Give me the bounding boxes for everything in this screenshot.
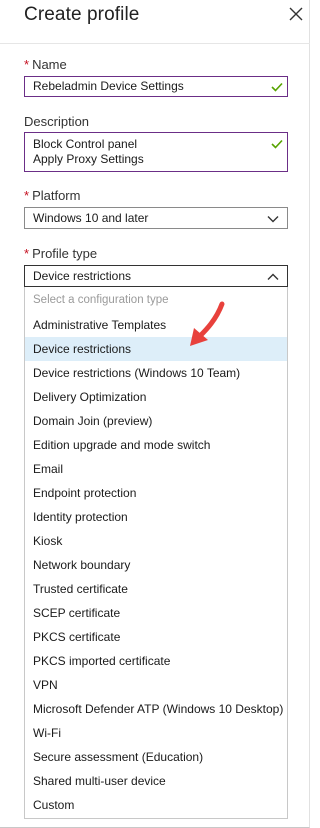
dropdown-option[interactable]: Microsoft Defender ATP (Windows 10 Deskt… — [25, 697, 287, 721]
profile-type-label: * Profile type — [24, 246, 98, 261]
name-label: * Name — [24, 57, 67, 72]
description-input[interactable]: Block Control panel Apply Proxy Settings — [24, 132, 288, 172]
dropdown-option[interactable]: Administrative Templates — [25, 313, 287, 337]
dropdown-option[interactable]: Edition upgrade and mode switch — [25, 433, 287, 457]
close-icon[interactable] — [287, 5, 305, 23]
chevron-up-icon — [267, 273, 279, 280]
dropdown-option[interactable]: Shared multi-user device — [25, 769, 287, 793]
dropdown-option[interactable]: Domain Join (preview) — [25, 409, 287, 433]
dropdown-option[interactable]: Identity protection — [25, 505, 287, 529]
profile-type-select[interactable]: Device restrictions — [24, 265, 288, 287]
dropdown-option[interactable]: PKCS certificate — [25, 625, 287, 649]
name-value: Rebeladmin Device Settings — [33, 79, 184, 93]
platform-select[interactable]: Windows 10 and later — [24, 207, 288, 229]
chevron-down-icon — [267, 216, 279, 223]
description-value: Block Control panel Apply Proxy Settings — [33, 137, 144, 166]
dropdown-option[interactable]: Endpoint protection — [25, 481, 287, 505]
dropdown-option[interactable]: Secure assessment (Education) — [25, 745, 287, 769]
platform-value: Windows 10 and later — [33, 211, 149, 225]
platform-label: * Platform — [24, 188, 81, 203]
dropdown-option[interactable]: Device restrictions — [25, 337, 287, 361]
dropdown-placeholder: Select a configuration type — [33, 294, 169, 306]
create-profile-panel: Create profile * Name Rebeladmin Device S… — [0, 0, 310, 828]
dropdown-option[interactable]: Trusted certificate — [25, 577, 287, 601]
header-divider — [0, 43, 310, 44]
dropdown-option[interactable]: Custom — [25, 793, 287, 817]
name-input[interactable]: Rebeladmin Device Settings — [24, 76, 288, 97]
dropdown-option[interactable]: Device restrictions (Windows 10 Team) — [25, 361, 287, 385]
dropdown-option[interactable]: Delivery Optimization — [25, 385, 287, 409]
checkmark-icon — [271, 82, 283, 92]
profile-type-dropdown-list: Select a configuration type Administrati… — [24, 287, 288, 819]
checkmark-icon — [271, 139, 283, 149]
dropdown-option[interactable]: PKCS imported certificate — [25, 649, 287, 673]
dropdown-option[interactable]: Wi-Fi — [25, 721, 287, 745]
page-title: Create profile — [24, 4, 140, 25]
dropdown-option[interactable]: Kiosk — [25, 529, 287, 553]
description-label: Description — [24, 114, 90, 129]
profile-type-value: Device restrictions — [33, 269, 132, 283]
dropdown-option[interactable]: Email — [25, 457, 287, 481]
dropdown-option[interactable]: VPN — [25, 673, 287, 697]
dropdown-option[interactable]: SCEP certificate — [25, 601, 287, 625]
dropdown-option[interactable]: Network boundary — [25, 553, 287, 577]
